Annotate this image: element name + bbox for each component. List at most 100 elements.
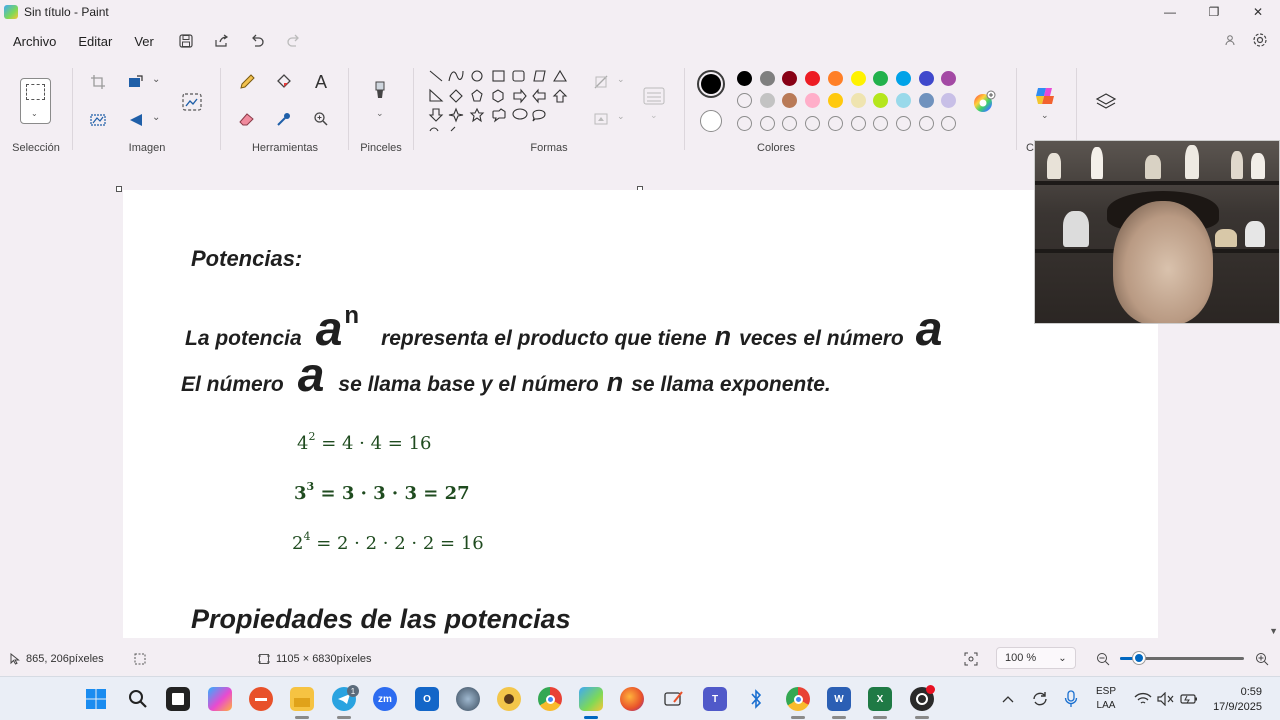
outlook-icon[interactable]: O <box>415 687 439 711</box>
redo-icon[interactable] <box>279 29 309 53</box>
wifi-icon[interactable] <box>1134 677 1152 720</box>
custom-color-slot[interactable] <box>918 116 934 131</box>
minimize-button[interactable]: — <box>1148 0 1192 24</box>
text-tool-icon[interactable]: A <box>309 70 333 94</box>
rotate-icon[interactable] <box>124 108 148 132</box>
fill-icon[interactable] <box>590 107 614 131</box>
app-orange-icon[interactable] <box>249 687 273 711</box>
excel-icon[interactable]: X <box>868 687 892 711</box>
color-swatch[interactable] <box>805 93 821 108</box>
zoom-dropdown[interactable]: 100 % ⌄ <box>996 647 1076 669</box>
color-swatch[interactable] <box>895 71 911 86</box>
battery-icon[interactable] <box>1180 677 1198 720</box>
chevron-down-icon[interactable]: ⌄ <box>617 74 625 85</box>
eq-rhs: = 2 · 2 · 2 · 2 = 16 <box>316 533 484 554</box>
chevron-down-icon[interactable]: ⌄ <box>152 74 160 85</box>
shape-size-icon[interactable] <box>642 84 666 108</box>
color-swatch[interactable] <box>737 71 752 86</box>
task-view-icon[interactable] <box>166 687 190 711</box>
zoom-out-icon[interactable] <box>1096 652 1110 666</box>
paint-taskbar-icon[interactable] <box>579 687 603 711</box>
custom-color-slot[interactable] <box>805 116 821 131</box>
menu-editar[interactable]: Editar <box>67 29 123 53</box>
eraser-icon[interactable] <box>235 107 259 131</box>
zoom-slider-thumb[interactable] <box>1132 652 1145 664</box>
app-globe-icon[interactable] <box>456 687 480 711</box>
color-swatch[interactable] <box>850 71 866 86</box>
secondary-color-button[interactable] <box>700 110 722 132</box>
bluetooth-icon[interactable] <box>744 687 768 711</box>
search-icon[interactable] <box>126 687 150 711</box>
copilot-icon[interactable] <box>1033 84 1057 108</box>
image-transform-icon[interactable] <box>180 90 204 114</box>
color-swatch[interactable] <box>918 93 934 108</box>
crop-icon[interactable] <box>86 70 110 94</box>
select-all-icon[interactable] <box>86 108 110 132</box>
zoom-in-icon[interactable] <box>1255 652 1269 666</box>
teams-icon[interactable]: T <box>703 687 727 711</box>
custom-color-slot[interactable] <box>737 116 752 131</box>
chevron-down-icon[interactable]: ⌄ <box>376 108 384 119</box>
save-icon[interactable] <box>171 29 201 53</box>
color-swatch[interactable] <box>827 71 843 86</box>
resize-handle[interactable] <box>116 186 122 192</box>
magnifier-icon[interactable] <box>309 107 333 131</box>
zoom-app-icon[interactable]: zm <box>373 687 397 711</box>
language-indicator[interactable]: ESP LAA <box>1096 677 1116 720</box>
scroll-down-arrow-icon[interactable]: ▼ <box>1269 626 1278 636</box>
custom-color-slot[interactable] <box>737 93 752 108</box>
color-swatch[interactable] <box>805 71 821 86</box>
snipping-tool-icon[interactable] <box>662 687 686 711</box>
menu-archivo[interactable]: Archivo <box>2 29 67 53</box>
undo-icon[interactable] <box>243 29 273 53</box>
color-swatch[interactable] <box>827 93 843 108</box>
custom-color-slot[interactable] <box>759 116 775 131</box>
account-icon[interactable] <box>1220 30 1240 50</box>
app-character-icon[interactable] <box>497 687 521 711</box>
drawing-canvas[interactable]: Potencias: La potencia an representa el … <box>123 190 1158 638</box>
settings-gear-icon[interactable] <box>1250 30 1270 50</box>
word-icon[interactable]: W <box>827 687 851 711</box>
color-picker-icon[interactable] <box>272 107 296 131</box>
share-icon[interactable] <box>207 29 237 53</box>
chrome-icon[interactable] <box>538 687 562 711</box>
chevron-down-icon[interactable]: ⌄ <box>152 112 160 123</box>
system-clock[interactable]: 0:59 17/9/2025 <box>1213 685 1262 715</box>
brush-icon[interactable] <box>368 80 392 104</box>
sync-icon[interactable] <box>1031 677 1049 720</box>
firefox-icon[interactable] <box>620 687 644 711</box>
color-swatch[interactable] <box>850 93 866 108</box>
microphone-icon[interactable] <box>1064 677 1078 720</box>
speaker-muted-icon[interactable] <box>1157 677 1175 720</box>
selection-tool-button[interactable]: ⌄ <box>20 78 51 124</box>
color-swatch[interactable] <box>759 93 775 108</box>
custom-color-slot[interactable] <box>827 116 843 131</box>
windows-start-icon[interactable] <box>84 687 108 711</box>
color-swatch[interactable] <box>895 93 911 108</box>
resize-icon[interactable] <box>124 70 148 94</box>
color-swatch[interactable] <box>759 71 775 86</box>
custom-color-slot[interactable] <box>850 116 866 131</box>
zoom-slider[interactable] <box>1120 652 1244 664</box>
edit-colors-icon[interactable] <box>972 90 996 114</box>
copilot-taskbar-icon[interactable] <box>208 687 232 711</box>
clock-time: 0:59 <box>1240 686 1262 698</box>
restore-button[interactable]: ❐ <box>1192 0 1236 24</box>
chevron-down-icon[interactable]: ⌄ <box>617 111 625 122</box>
close-button[interactable]: ✕ <box>1236 0 1280 24</box>
fill-bucket-icon[interactable] <box>272 70 296 94</box>
symbol-a-power: an <box>316 304 367 354</box>
primary-color-button[interactable] <box>697 70 725 98</box>
chevron-down-icon[interactable]: ⌄ <box>1041 110 1049 121</box>
outline-icon[interactable] <box>590 70 614 94</box>
file-explorer-icon[interactable] <box>290 687 314 711</box>
ribbon-divider <box>684 68 685 150</box>
menu-ver[interactable]: Ver <box>123 29 165 53</box>
fit-to-window-icon[interactable] <box>964 652 978 666</box>
chrome-profile-icon[interactable] <box>786 687 810 711</box>
custom-color-slot[interactable] <box>895 116 911 131</box>
color-swatch[interactable] <box>918 71 934 86</box>
pencil-icon[interactable] <box>235 70 259 94</box>
show-hidden-icons-chevron-icon[interactable] <box>1002 677 1014 720</box>
layers-icon[interactable] <box>1094 90 1118 114</box>
